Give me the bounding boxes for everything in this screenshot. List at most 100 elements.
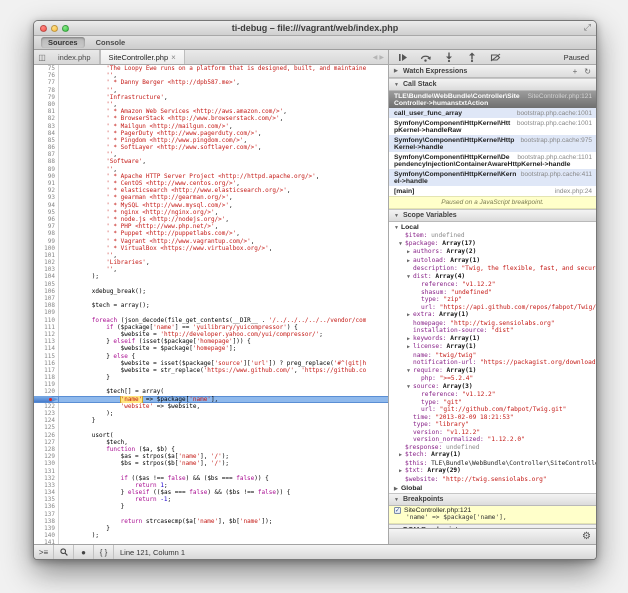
console-drawer-icon[interactable]: >≡ [34, 545, 54, 559]
line-number[interactable]: 113 [34, 338, 59, 345]
scope-variable[interactable]: php: ">=5.2.4" [389, 375, 596, 383]
line-number[interactable]: 133 [34, 482, 59, 489]
scope-variable[interactable]: ▼source: Array(3) [389, 383, 596, 392]
scope-variable[interactable]: notification-url: "https://packagist.org… [389, 359, 596, 367]
add-watch-icon[interactable]: + [573, 67, 578, 76]
step-into-button[interactable] [443, 52, 455, 62]
line-number[interactable]: 110 [34, 317, 59, 324]
breakpoints-toggle-icon[interactable]: ● [74, 545, 94, 559]
scope-variable[interactable]: ▶autoload: Array(1) [389, 257, 596, 266]
call-stack-frame[interactable]: bootstrap.php.cache:975Symfony\Component… [389, 135, 596, 152]
line-number[interactable]: 129 [34, 453, 59, 460]
line-number[interactable]: 85 [34, 137, 59, 144]
line-number[interactable]: 109 [34, 309, 59, 316]
line-number[interactable]: 128 [34, 446, 59, 453]
scope-global-group[interactable]: ▶Global [389, 483, 596, 493]
code-editor[interactable]: 75'The Loopy Ewe runs on a platform that… [34, 65, 389, 544]
scope-variable[interactable]: name: "twig/twig" [389, 352, 596, 360]
scope-variable[interactable]: ▶$tech: Array(1) [389, 451, 596, 460]
scope-local-group[interactable]: ▼Local [389, 222, 596, 232]
line-number[interactable]: 118 [34, 374, 59, 381]
scope-variable[interactable]: url: "git://github.com/fabpot/Twig.git" [389, 406, 596, 414]
line-number[interactable] [34, 396, 59, 403]
line-number[interactable]: 83 [34, 123, 59, 130]
line-number[interactable]: 93 [34, 194, 59, 201]
scope-variable[interactable]: ▼require: Array(1) [389, 367, 596, 376]
line-number[interactable]: 90 [34, 173, 59, 180]
line-number[interactable]: 94 [34, 202, 59, 209]
scope-variable[interactable]: ▶authors: Array(2) [389, 248, 596, 257]
disclosure-right-icon[interactable]: ▶ [394, 68, 400, 74]
call-stack-frame[interactable]: bootstrap.php.cache:411Symfony\Component… [389, 169, 596, 186]
line-number[interactable]: 86 [34, 144, 59, 151]
step-over-button[interactable] [420, 52, 432, 62]
line-number[interactable]: 102 [34, 259, 59, 266]
tab-console[interactable]: Console [89, 37, 133, 48]
line-number[interactable]: 134 [34, 489, 59, 496]
file-tab-index-php[interactable]: index.php [50, 50, 100, 64]
line-number[interactable]: 82 [34, 115, 59, 122]
line-number[interactable]: 95 [34, 209, 59, 216]
line-number[interactable]: 131 [34, 468, 59, 475]
scope-variable[interactable]: $response: undefined [389, 444, 596, 452]
toggle-breakpoints-button[interactable] [489, 52, 501, 62]
line-number[interactable]: 135 [34, 496, 59, 503]
scope-variable[interactable]: ▼$package: Array(17) [389, 240, 596, 249]
call-stack-frame[interactable]: index.php:24[main] [389, 186, 596, 196]
line-number[interactable]: 123 [34, 410, 59, 417]
scope-variable[interactable]: $item: undefined [389, 232, 596, 240]
line-number[interactable]: 79 [34, 94, 59, 101]
scope-variable[interactable]: installation-source: "dist" [389, 327, 596, 335]
line-number[interactable]: 114 [34, 345, 59, 352]
line-number[interactable]: 76 [34, 72, 59, 79]
line-number[interactable]: 116 [34, 360, 59, 367]
scope-variables-header[interactable]: ▼ Scope Variables [389, 209, 596, 222]
line-number[interactable]: 137 [34, 511, 59, 518]
line-number[interactable]: 111 [34, 324, 59, 331]
call-stack-frame[interactable]: bootstrap.php.cache:1001call_user_func_a… [389, 108, 596, 118]
line-number[interactable]: 80 [34, 101, 59, 108]
scope-variable[interactable]: reference: "v1.12.2" [389, 281, 596, 289]
line-number[interactable]: 136 [34, 503, 59, 510]
line-number[interactable]: 101 [34, 252, 59, 259]
line-number[interactable]: 138 [34, 518, 59, 525]
line-number[interactable]: 115 [34, 353, 59, 360]
line-number[interactable]: 78 [34, 87, 59, 94]
line-number[interactable]: 97 [34, 223, 59, 230]
refresh-watch-icon[interactable]: ↻ [584, 67, 591, 76]
line-number[interactable]: 112 [34, 331, 59, 338]
navigator-toggle-icon[interactable]: ◫ [34, 50, 50, 64]
disclosure-down-icon[interactable]: ▼ [394, 82, 400, 88]
scope-variable[interactable]: time: "2013-02-09 18:21:53" [389, 414, 596, 422]
scope-variable[interactable]: type: "git" [389, 399, 596, 407]
call-stack-header[interactable]: ▼ Call Stack [389, 78, 596, 91]
line-number[interactable]: 81 [34, 108, 59, 115]
tab-scroll-right-icon[interactable]: ▶ [379, 54, 384, 61]
watch-expressions-header[interactable]: ▶ Watch Expressions + ↻ [389, 65, 596, 78]
fullscreen-icon[interactable]: ⤢ [584, 22, 591, 33]
search-icon[interactable] [54, 545, 74, 559]
scope-variable[interactable]: $website: "http://twig.sensiolabs.org" [389, 476, 596, 484]
disclosure-right-icon[interactable]: ▶ [394, 486, 400, 492]
line-number[interactable]: 99 [34, 238, 59, 245]
scope-variable[interactable]: ▶keywords: Array(1) [389, 335, 596, 344]
breakpoint-checkbox[interactable]: ✓ [394, 507, 401, 514]
breakpoint-item[interactable]: ✓ SiteController.php:121 'name' => $pack… [389, 506, 596, 524]
scope-variable[interactable]: version_normalized: "1.12.2.0" [389, 436, 596, 444]
file-tab-sitecontroller[interactable]: SiteController.php × [100, 50, 185, 64]
scope-variable[interactable]: type: "zip" [389, 296, 596, 304]
scope-variable[interactable]: reference: "v1.12.2" [389, 391, 596, 399]
line-number[interactable]: 91 [34, 180, 59, 187]
tab-sources[interactable]: Sources [41, 37, 85, 48]
line-number[interactable]: 140 [34, 532, 59, 539]
line-number[interactable]: 108 [34, 302, 59, 309]
scope-variable[interactable]: ▶$txt: Array(29) [389, 467, 596, 476]
scope-variable[interactable]: ▶extra: Array(1) [389, 311, 596, 320]
call-stack-frame[interactable]: bootstrap.php.cache:1001Symfony\Componen… [389, 118, 596, 135]
line-number[interactable]: 120 [34, 388, 59, 395]
scope-variable[interactable]: type: "library" [389, 421, 596, 429]
scope-variable[interactable]: version: "v1.12.2" [389, 429, 596, 437]
line-number[interactable]: 103 [34, 266, 59, 273]
title-bar[interactable]: ti-debug – file:///vagrant/web/index.php… [34, 21, 596, 36]
line-number[interactable]: 77 [34, 79, 59, 86]
